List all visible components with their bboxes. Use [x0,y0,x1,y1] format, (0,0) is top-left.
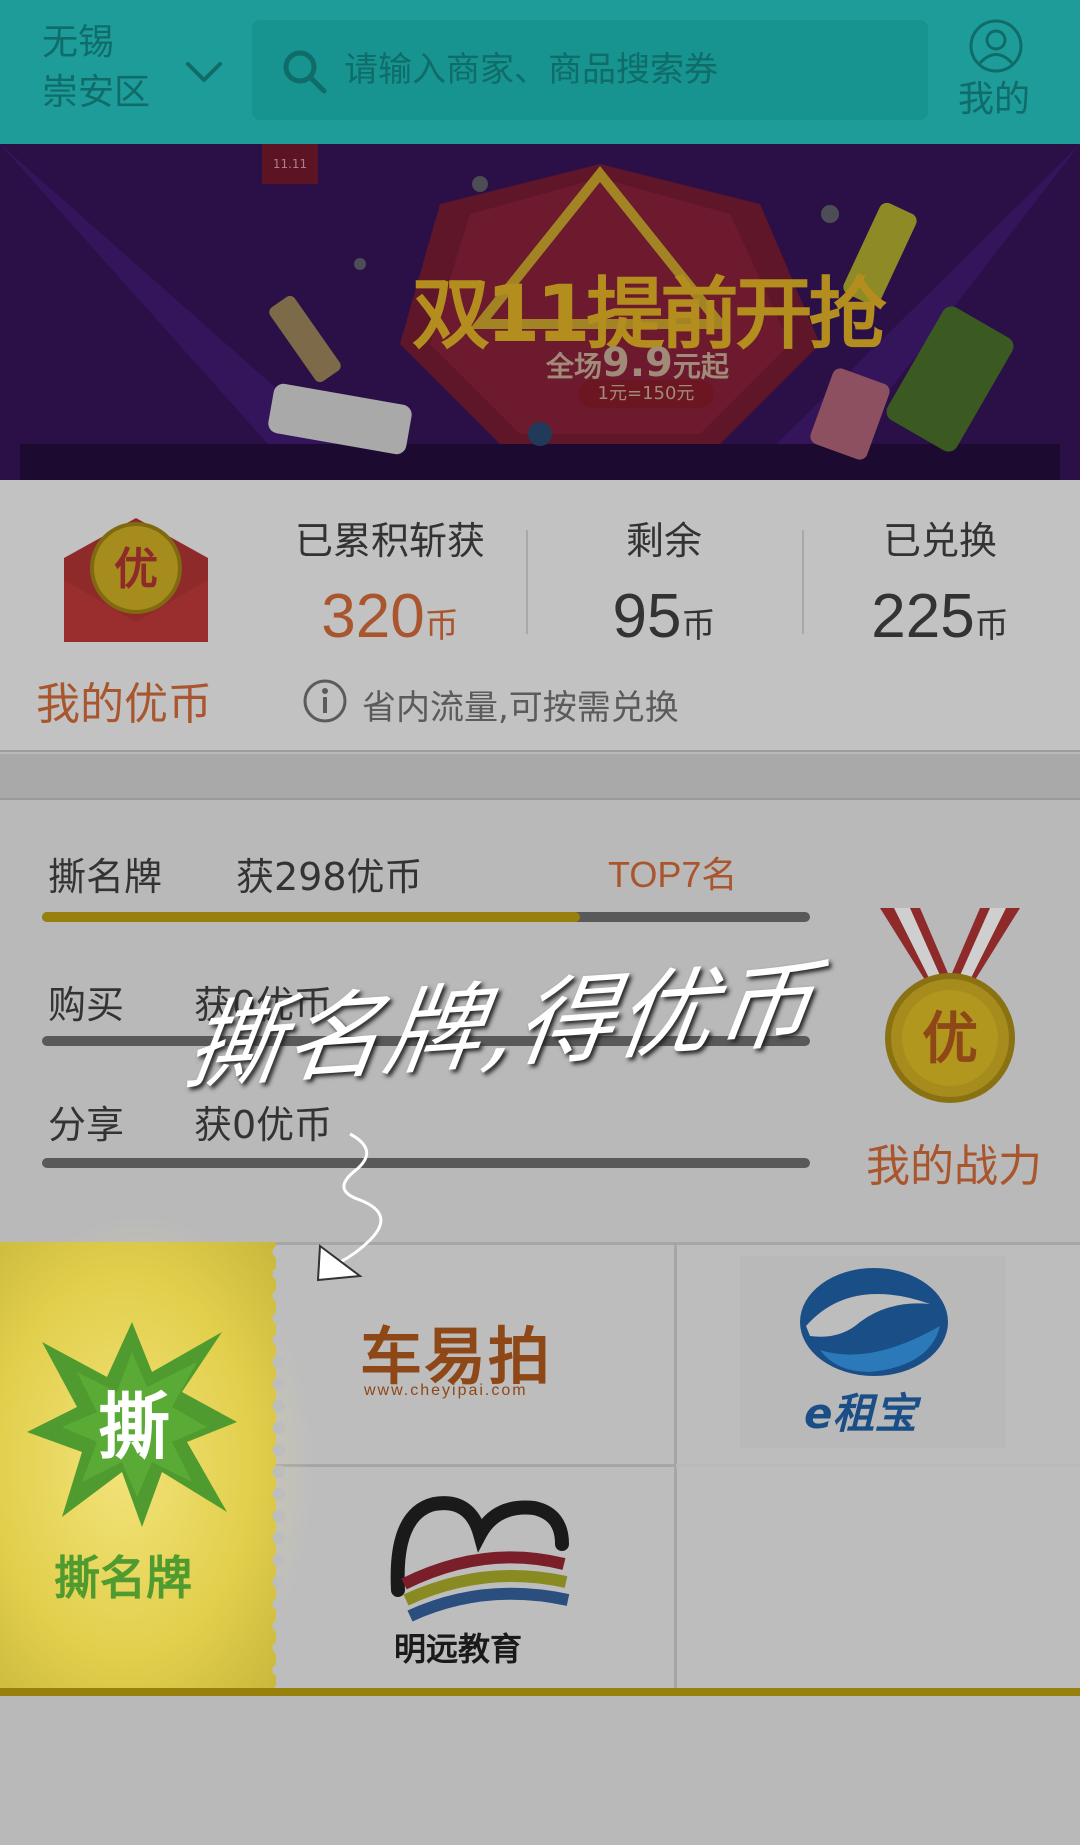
mingyuan-logo-mark [390,1496,570,1622]
task-rank: TOP7名 [608,854,738,895]
task-reward: 获298优币 [236,855,423,899]
svg-text:撕: 撕 [98,1385,170,1469]
section-gap [0,754,1080,800]
tear-name-tag-label: 撕名牌 [54,1551,192,1605]
cheyipai-logo: 车易拍 www.cheyipai.com [360,1306,620,1406]
svg-text:优: 优 [922,1007,978,1072]
promo-banner[interactable]: 11.11 双11提前开抢 全场9.9元起 1元=150元 [0,144,1080,480]
location-selector[interactable]: 无锡 崇安区 [42,20,222,120]
brand-cell-empty [678,1468,1080,1686]
my-power-label[interactable]: 我的战力 [866,1130,1042,1194]
top-bar: 无锡 崇安区 我的 [0,0,1080,144]
medal-icon: 优 [880,908,1020,1103]
accumulated-stat: 已累积斩获 320币 [252,516,528,666]
accumulated-title: 已累积斩获 [294,519,485,563]
bottom-accent-line [0,1688,1080,1696]
torn-paper-icon: 撕 [27,1322,237,1527]
exchanged-title: 已兑换 [882,519,997,563]
remaining-stat: 剩余 95币 [526,516,802,666]
task-name: 撕名牌 [48,855,163,899]
tear-name-tag-button[interactable]: 撕 撕名牌 [0,1242,286,1690]
remaining-title: 剩余 [625,519,702,563]
mingyuan-logo: 明远教育 [384,1494,584,1674]
remaining-value: 95币 [612,582,716,651]
my-coins-label: 我的优币 [36,679,212,730]
user-icon [969,19,1023,73]
ezubao-logo: e租宝 [740,1256,1006,1448]
task-name: 分享 [48,1103,125,1147]
red-envelope-icon: 优 [64,518,208,642]
info-icon [303,679,347,723]
curly-arrow-icon [316,1132,383,1282]
exchanged-stat: 已兑换 225币 [802,516,1078,666]
task-progress-bar [42,912,810,922]
search-input[interactable] [344,48,904,92]
chevron-down-icon [186,62,222,82]
task-progress-fill [42,912,580,922]
mingyuan-logo-text: 明远教育 [394,1630,523,1668]
banner-rate: 1元=150元 [578,380,714,408]
banner-badge: 11.11 [262,144,318,184]
task-name: 购买 [48,983,125,1027]
svg-text:优: 优 [114,544,158,595]
search-bar[interactable] [252,20,928,120]
page-footer [0,1696,1080,1845]
exchanged-value: 225币 [871,582,1009,651]
accumulated-value: 320币 [321,582,459,651]
grid-divider [276,1464,674,1467]
task-progress-bar [42,1158,810,1168]
search-icon [283,50,327,94]
grid-divider [676,1464,1080,1467]
my-coins-panel: 优 我的优币 已累积斩获 320币 剩余 95币 已兑换 225币 省内流量,可… [0,480,1080,752]
my-account-label: 我的 [958,79,1031,120]
cheyipai-logo-url: www.cheyipai.com [364,1382,528,1399]
location-city: 无锡 [42,22,115,63]
coins-note-text: 省内流量,可按需兑换 [362,688,679,728]
my-account-button[interactable]: 我的 [952,18,1052,120]
svg-text:e租宝: e租宝 [804,1389,921,1438]
ezubao-logo-mark: e租宝 [800,1268,948,1438]
location-district: 崇安区 [42,72,151,113]
